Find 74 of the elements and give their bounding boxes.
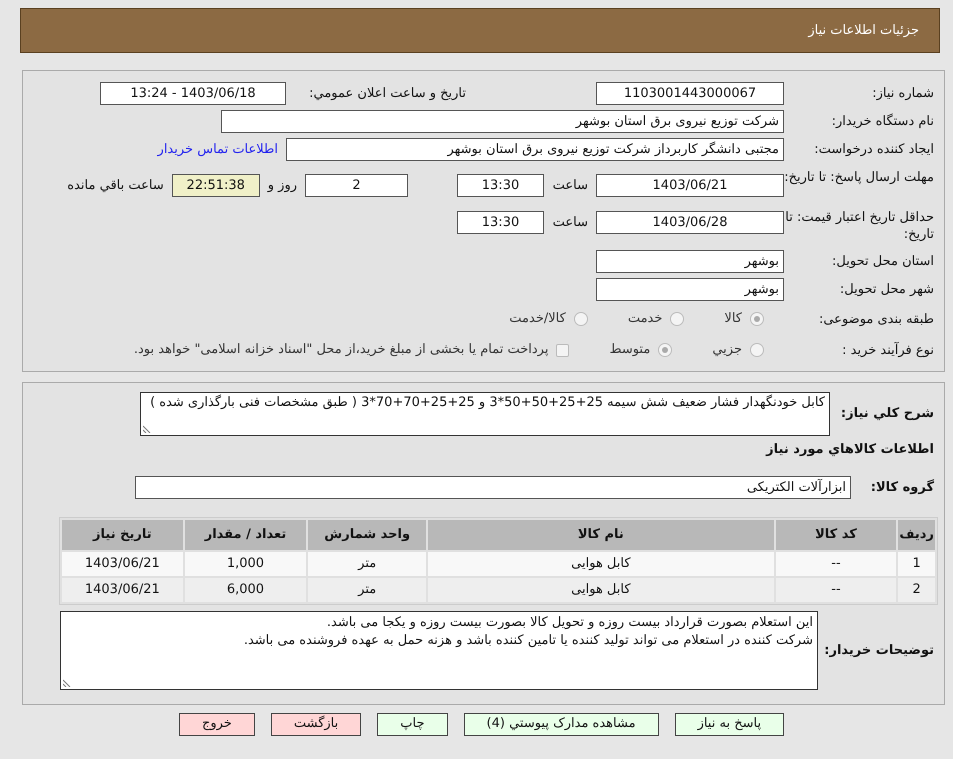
radio-button[interactable] bbox=[750, 343, 764, 357]
field-label: ساعت باقي مانده bbox=[66, 176, 165, 195]
field-label: گروه کالا: bbox=[870, 478, 934, 496]
column-header: کد کالا bbox=[776, 520, 896, 550]
countdown-field[interactable]: 22:51:38 bbox=[172, 174, 260, 197]
table-cell: 6,000 bbox=[184, 578, 306, 602]
text-field[interactable]: 2 bbox=[305, 174, 408, 197]
field-label: استان محل تحویل: bbox=[831, 253, 934, 270]
text-field[interactable]: 13:30 bbox=[457, 174, 544, 197]
notes-line: این استعلام بصورت قرارداد بیست روزه و تحویل کالا بصورت بیست روزه و یکجا می باشد. bbox=[326, 614, 813, 632]
field-label: ساعت bbox=[552, 214, 589, 232]
text-field[interactable]: 1403/06/18 - 13:24 bbox=[100, 82, 286, 105]
column-header: تاریخ نیاز bbox=[62, 520, 183, 550]
field-label: نام دستگاه خریدار: bbox=[830, 113, 934, 130]
table-cell: -- bbox=[776, 578, 896, 602]
radio-button[interactable] bbox=[670, 312, 684, 326]
field-label: شهر محل تحویل: bbox=[838, 281, 934, 298]
field-label: تاریخ و ساعت اعلان عمومي: bbox=[308, 85, 466, 102]
table-cell: 1,000 bbox=[184, 552, 306, 576]
radio-button[interactable] bbox=[574, 312, 588, 326]
resize-handle-icon bbox=[63, 678, 71, 686]
radio-button[interactable] bbox=[750, 312, 764, 326]
field-label: ساعت bbox=[552, 176, 589, 195]
field-label: طبقه بندی موضوعی: bbox=[818, 310, 934, 328]
table-cell: 1403/06/21 bbox=[62, 552, 183, 576]
field-label: شرح کلي نیاز: bbox=[840, 405, 934, 422]
column-header: نام کالا bbox=[428, 520, 774, 550]
section-heading: اطلاعات کالاهاي مورد نیاز bbox=[764, 441, 934, 459]
field-label: شماره نیاز: bbox=[871, 85, 934, 102]
table-cell: متر bbox=[308, 578, 426, 602]
table-cell: کابل هوایی bbox=[428, 578, 774, 602]
text-field[interactable]: 1403/06/28 bbox=[596, 211, 784, 234]
description-textarea[interactable]: کابل خودنگهدار فشار ضعیف شش سیمه 25+25+50+50*3 و 25+25+70+70*3 ( طبق مشخصات فنی بارگذاری شده ) bbox=[140, 392, 830, 436]
text-field[interactable]: مجتبی دانشگر کاربرداز شرکت توزیع نیروی برق استان بوشهر bbox=[286, 138, 784, 161]
text-field[interactable]: 1403/06/21 bbox=[596, 174, 784, 197]
field-label: نوع فرآیند خرید : bbox=[841, 342, 934, 358]
action-button[interactable]: مشاهده مدارک پیوستي (4) bbox=[464, 712, 659, 736]
radio-button[interactable] bbox=[658, 343, 672, 357]
table-cell: 2 bbox=[898, 578, 935, 602]
table-cell: کابل هوایی bbox=[428, 552, 774, 576]
action-button[interactable]: چاپ bbox=[377, 712, 448, 736]
checkbox[interactable] bbox=[556, 344, 570, 356]
text-field[interactable]: ابزارآلات الکتریکی bbox=[135, 476, 851, 498]
field-label: خدمت bbox=[628, 310, 662, 328]
field-label: کالا bbox=[724, 310, 742, 328]
notes-line: شرکت کننده در استعلام می تواند تولید کننده یا تامین کننده باشد و هزنه حمل به عهده فروشنده می باشد. bbox=[242, 632, 813, 650]
text-field[interactable]: 13:30 bbox=[457, 211, 544, 234]
column-header: تعداد / مقدار bbox=[184, 520, 306, 550]
field-label: حداقل تاریخ اعتبار قیمت: تا تاریخ: bbox=[784, 209, 934, 243]
text-field[interactable]: شرکت توزیع نیروی برق استان بوشهر bbox=[221, 110, 784, 133]
action-button[interactable]: خروج bbox=[178, 712, 255, 736]
column-header: واحد شمارش bbox=[308, 520, 426, 550]
resize-handle-icon bbox=[143, 425, 151, 433]
field-label: پرداخت تمام یا بخشی از مبلغ خرید،از محل "اسناد خزانه اسلامی" خواهد بود. bbox=[134, 341, 548, 360]
text-field[interactable]: بوشهر bbox=[596, 278, 784, 301]
field-label: کالا/خدمت bbox=[509, 310, 566, 328]
contact-link[interactable]: اطلاعات تماس خریدار bbox=[158, 140, 278, 160]
text-field[interactable]: 1103001443000067 bbox=[596, 82, 784, 105]
table-cell: متر bbox=[308, 552, 426, 576]
field-label: جزيي bbox=[712, 341, 742, 360]
table-cell: -- bbox=[776, 552, 896, 576]
field-label: متوسط bbox=[609, 341, 650, 360]
notes-textarea[interactable]: این استعلام بصورت قرارداد بیست روزه و تحویل کالا بصورت بیست روزه و یکجا می باشد. شرکت کننده در استعلام می تواند تولید کننده یا تامین کننده باشد و هزنه حمل به عهده فروشنده می باشد. bbox=[60, 610, 818, 690]
field-label: مهلت ارسال پاسخ: تا تاریخ: bbox=[784, 169, 934, 186]
field-label: توضیحات خریدار: bbox=[823, 642, 934, 658]
column-header: ردیف bbox=[898, 520, 935, 550]
field-label: روز و bbox=[266, 176, 298, 195]
page-title: جزئیات اطلاعات نیاز bbox=[808, 22, 919, 40]
text-field[interactable]: بوشهر bbox=[596, 250, 784, 273]
field-label: ایجاد کننده درخواست: bbox=[813, 141, 934, 158]
action-button[interactable]: پاسخ به نیاز bbox=[674, 712, 784, 736]
table-cell: 1403/06/21 bbox=[62, 578, 183, 602]
table-cell: 1 bbox=[898, 552, 935, 576]
action-button[interactable]: بازگشت bbox=[270, 712, 362, 736]
